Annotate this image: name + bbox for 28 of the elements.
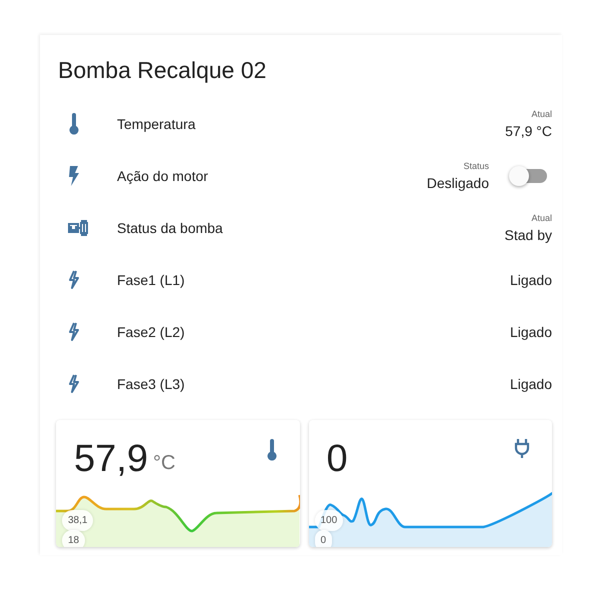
card-title: Bomba Recalque 02 (58, 57, 268, 84)
value-caption: Atual (531, 109, 552, 119)
unit-label: °C (152, 452, 176, 475)
lightning-icon (68, 270, 80, 290)
entity-name: Status da bomba (117, 220, 224, 236)
lightning-icon (68, 166, 80, 186)
entity-value: Ligado (510, 324, 552, 340)
entity-name: Temperatura (117, 116, 197, 132)
entity-name: Fase3 (L3) (117, 376, 186, 392)
entity-value: Ligado (510, 272, 552, 288)
sensor-value: 57,9 (74, 438, 148, 481)
value-caption: Atual (531, 213, 552, 223)
entity-value: Ligado (510, 376, 552, 392)
entity-value: Stad by (504, 227, 552, 243)
entity-name: Fase2 (L2) (117, 324, 186, 340)
plug-icon (514, 438, 530, 458)
toggle-switch[interactable] (511, 169, 547, 183)
entity-value: 57,9 °C (505, 123, 552, 139)
thermometer-icon (68, 113, 80, 135)
status-caption: Status (463, 161, 489, 171)
lightning-icon (68, 374, 80, 394)
lightning-icon (68, 322, 80, 342)
status-value: Desligado (426, 175, 489, 191)
max-label: 100 (314, 510, 344, 531)
entity-name: Ação do motor (117, 168, 210, 184)
thermometer-icon (266, 438, 278, 462)
entity-name: Fase1 (L1) (117, 272, 186, 288)
sensor-value: 0 (326, 438, 348, 481)
